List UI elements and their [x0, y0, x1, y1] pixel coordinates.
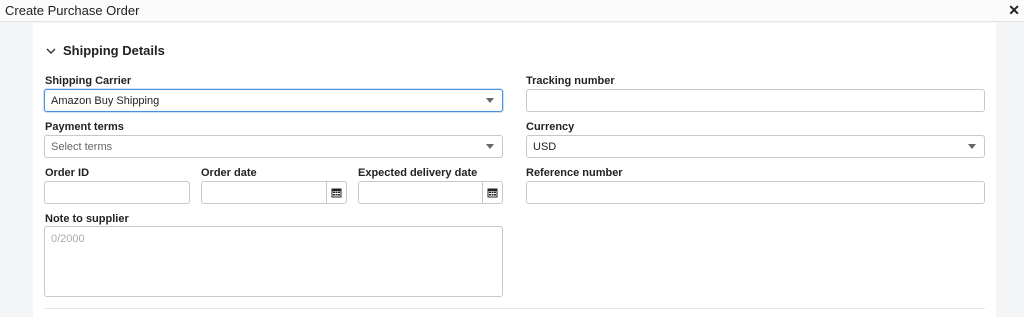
shipping-carrier-select[interactable]: Amazon Buy Shipping: [44, 89, 503, 112]
close-icon[interactable]: ✕: [1008, 1, 1020, 19]
section-divider: [45, 308, 985, 309]
order-date-input[interactable]: [201, 181, 347, 204]
calendar-button[interactable]: [482, 182, 502, 203]
chevron-down-icon: [46, 48, 56, 54]
calendar-icon: [331, 188, 342, 198]
order-id-label: Order ID: [45, 167, 90, 179]
dropdown-caret-icon: [486, 144, 494, 149]
payment-terms-label: Payment terms: [45, 121, 124, 133]
note-to-supplier-textarea[interactable]: 0/2000: [44, 226, 503, 297]
tracking-number-label: Tracking number: [526, 75, 615, 87]
payment-terms-select[interactable]: Select terms: [44, 135, 503, 158]
expected-delivery-date-input[interactable]: [358, 181, 503, 204]
window-titlebar: Create Purchase Order ✕: [0, 0, 1024, 22]
payment-terms-placeholder: Select terms: [51, 141, 113, 153]
order-id-input[interactable]: [44, 181, 190, 204]
currency-label: Currency: [526, 121, 575, 133]
tracking-number-input[interactable]: [526, 89, 985, 112]
section-title: Shipping Details: [63, 43, 165, 58]
expected-delivery-date-label: Expected delivery date: [358, 167, 478, 179]
window-title: Create Purchase Order: [5, 3, 140, 18]
reference-number-label: Reference number: [526, 167, 623, 179]
section-toggle-shipping-details[interactable]: Shipping Details: [45, 43, 165, 58]
dropdown-caret-icon: [486, 98, 494, 103]
reference-number-input[interactable]: [526, 181, 985, 204]
currency-value: USD: [533, 141, 557, 153]
note-to-supplier-placeholder: 0/2000: [51, 233, 85, 245]
shipping-carrier-value: Amazon Buy Shipping: [51, 95, 160, 107]
currency-select[interactable]: USD: [526, 135, 985, 158]
dropdown-caret-icon: [968, 144, 976, 149]
shipping-carrier-label: Shipping Carrier: [45, 75, 132, 87]
calendar-icon: [487, 188, 498, 198]
note-to-supplier-label: Note to supplier: [45, 213, 129, 225]
order-date-label: Order date: [201, 167, 257, 179]
calendar-button[interactable]: [326, 182, 346, 203]
